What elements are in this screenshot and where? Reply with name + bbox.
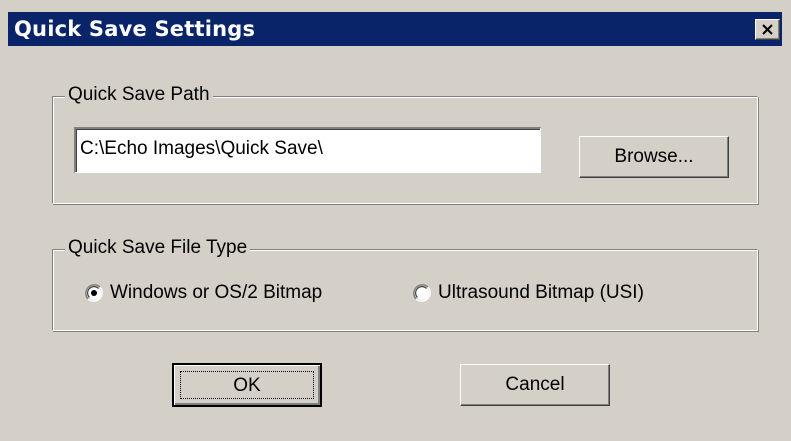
radio-ultrasound-bitmap[interactable]: Ultrasound Bitmap (USI): [412, 282, 644, 304]
close-icon: [762, 24, 773, 35]
quick-save-file-type-label: Quick Save File Type: [65, 237, 251, 259]
radio-ultrasound-bitmap-label: Ultrasound Bitmap (USI): [438, 282, 644, 303]
cancel-button[interactable]: Cancel: [460, 364, 610, 406]
window-title: Quick Save Settings: [14, 17, 256, 41]
radio-windows-bitmap-label: Windows or OS/2 Bitmap: [110, 282, 323, 303]
radio-selected-icon: [85, 284, 103, 302]
ok-button[interactable]: OK: [172, 363, 322, 407]
title-bar[interactable]: Quick Save Settings: [8, 12, 782, 46]
close-button[interactable]: [755, 19, 780, 40]
ok-button-label: OK: [180, 371, 314, 399]
browse-button[interactable]: Browse...: [579, 136, 729, 178]
quick-save-settings-dialog: Quick Save Settings Quick Save Path C:\E…: [0, 0, 791, 441]
quick-save-path-label: Quick Save Path: [65, 84, 213, 106]
radio-unselected-icon: [413, 284, 431, 302]
path-input[interactable]: C:\Echo Images\Quick Save\: [74, 127, 541, 173]
radio-windows-bitmap[interactable]: Windows or OS/2 Bitmap: [84, 282, 322, 304]
